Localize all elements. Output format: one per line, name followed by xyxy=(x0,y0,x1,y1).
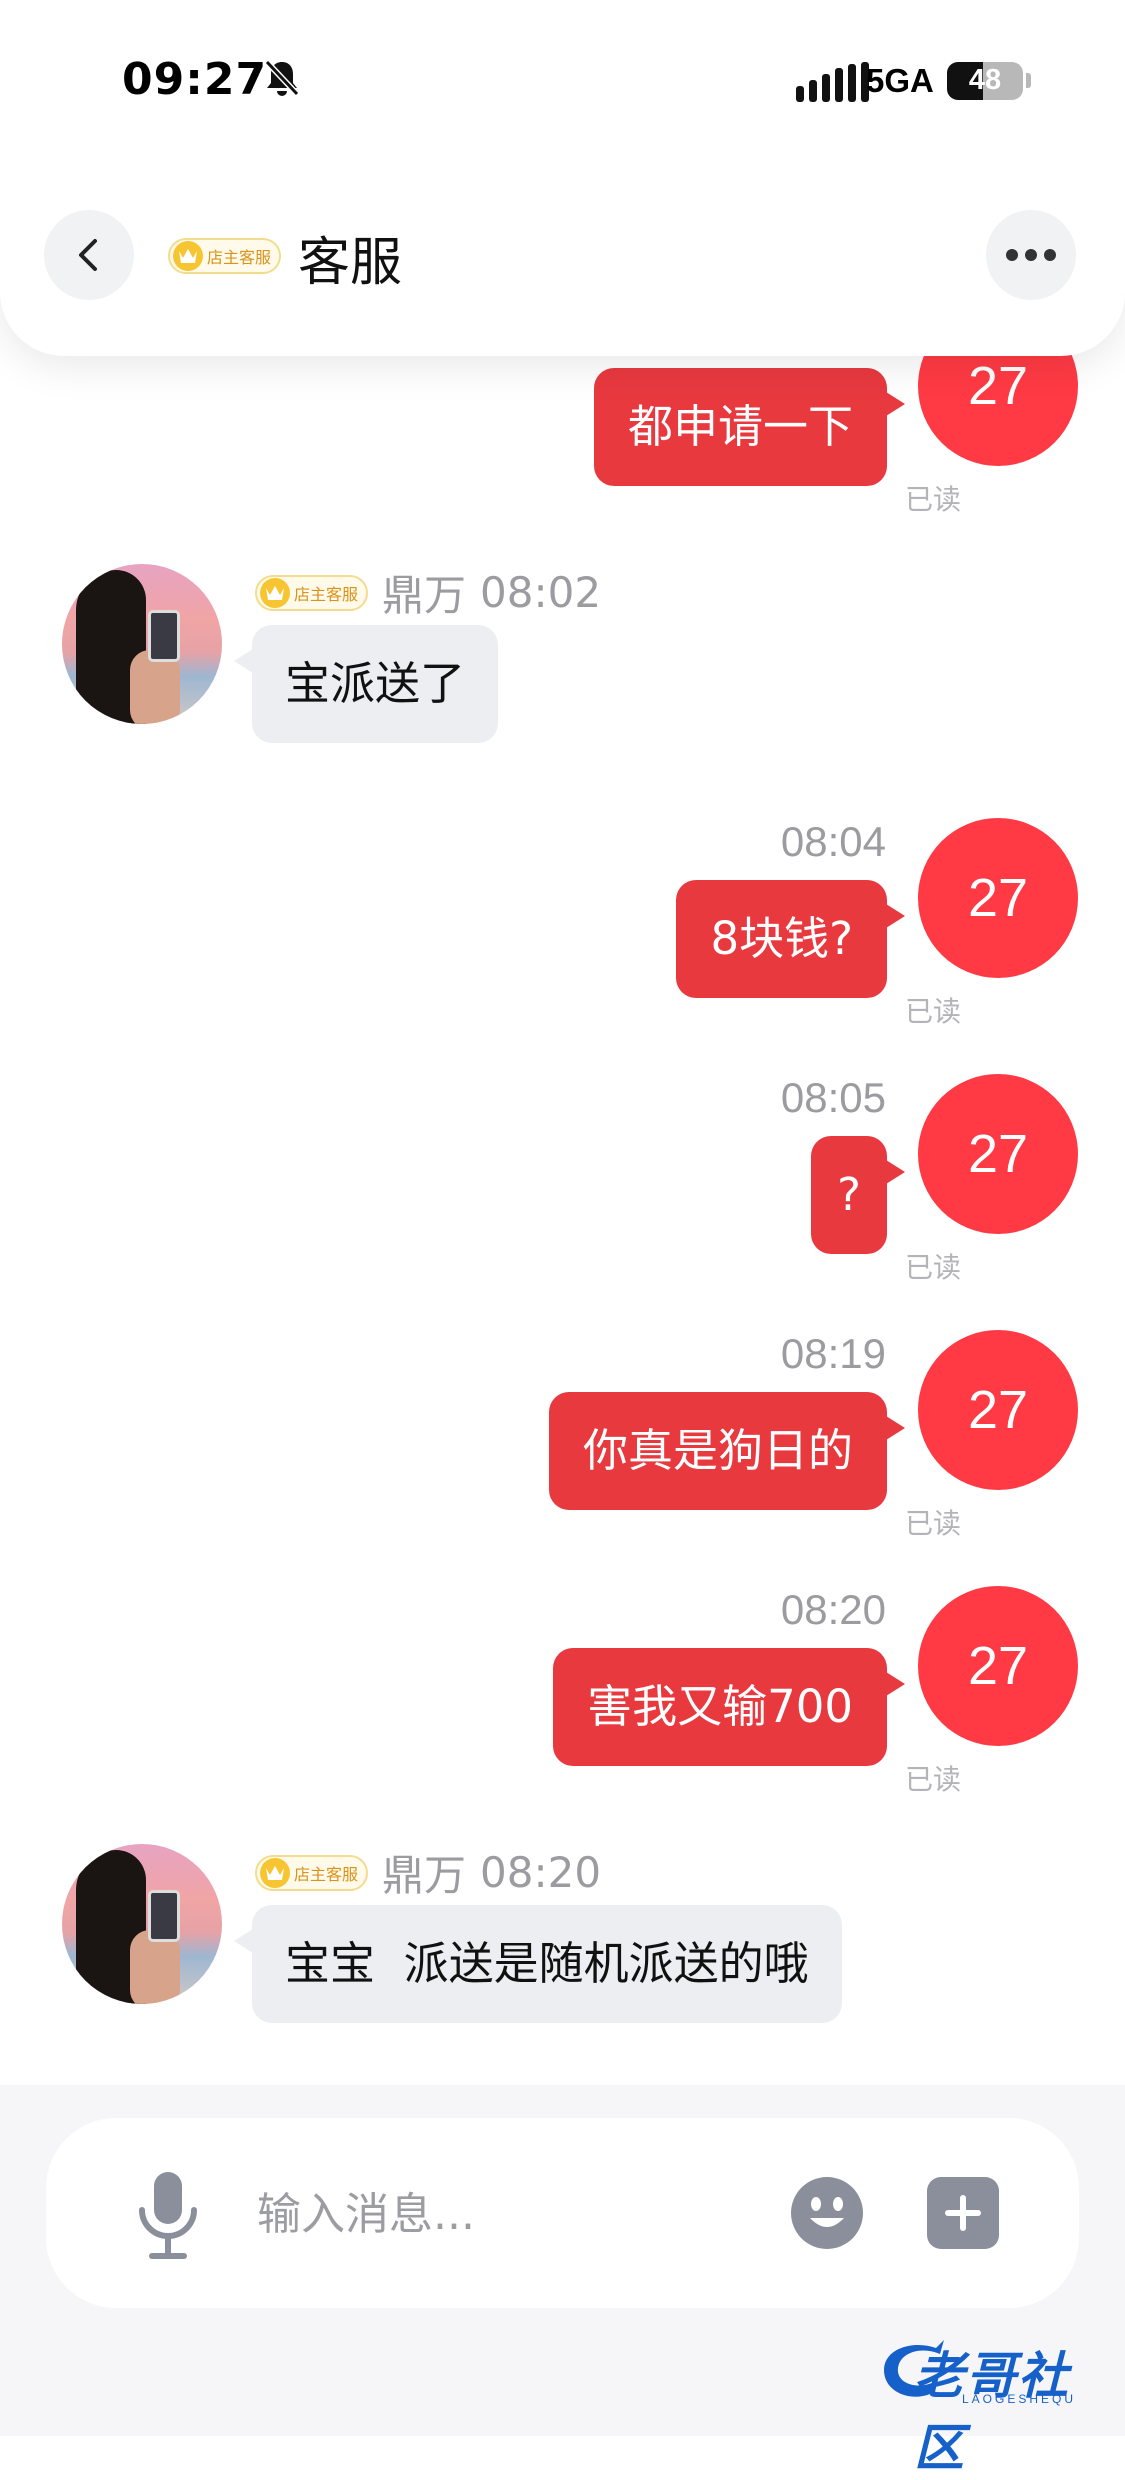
more-options-button[interactable] xyxy=(986,210,1076,300)
crown-icon xyxy=(260,577,290,608)
watermark-logo: 老哥社区 LAOGESHEQU xyxy=(870,2330,1110,2477)
more-dots-icon xyxy=(1006,249,1018,261)
message-text: 宝宝 派送是随机派送的哦 xyxy=(285,1937,809,1990)
self-avatar[interactable]: 27 xyxy=(918,1586,1078,1746)
message-time: 08:02 xyxy=(480,568,602,617)
chevron-left-icon xyxy=(79,239,97,271)
read-receipt: 已读 xyxy=(905,483,962,516)
self-avatar[interactable]: 27 xyxy=(918,818,1078,978)
message-text: 你真是狗日的 xyxy=(582,1424,853,1477)
self-avatar[interactable]: 27 xyxy=(918,1074,1078,1234)
message-time: 08:20 xyxy=(780,1586,886,1633)
read-receipt: 已读 xyxy=(905,1763,962,1796)
store-service-badge: 店主客服 xyxy=(255,1854,369,1891)
emoji-icon[interactable] xyxy=(790,2176,864,2250)
store-service-badge: 店主客服 xyxy=(255,574,369,611)
message-text: ? xyxy=(837,1168,861,1221)
battery-icon: 48 xyxy=(947,62,1023,100)
crown-icon xyxy=(173,241,203,271)
sent-message-bubble[interactable]: 你真是狗日的 xyxy=(548,1392,906,1510)
sent-message-bubble[interactable]: 害我又输700 xyxy=(553,1648,905,1766)
read-receipt: 已读 xyxy=(905,1251,962,1284)
sent-message-bubble[interactable]: 8块钱? xyxy=(676,880,905,998)
sent-message-bubble[interactable]: ? xyxy=(811,1136,905,1254)
sender-meta: 店主客服 鼎万 08:02 xyxy=(255,562,601,623)
self-avatar[interactable]: 27 xyxy=(918,1330,1078,1490)
message-text: 宝派送了 xyxy=(285,657,466,710)
mute-bell-icon xyxy=(264,59,300,97)
message-input[interactable] xyxy=(255,2180,759,2248)
message-time: 08:20 xyxy=(480,1848,602,1897)
message-time: 08:05 xyxy=(780,1074,886,1121)
received-message-bubble[interactable]: 宝派送了 xyxy=(233,625,499,743)
message-text: 都申请一下 xyxy=(627,400,853,453)
read-receipt: 已读 xyxy=(905,995,962,1028)
store-service-badge: 店主客服 xyxy=(168,238,282,274)
voice-input-mic-icon[interactable] xyxy=(134,2170,202,2260)
sender-meta: 店主客服 鼎万 08:20 xyxy=(255,1842,601,1903)
sender-name: 鼎万 xyxy=(382,1851,467,1900)
message-time: 08:19 xyxy=(780,1330,886,1377)
network-type: 5GA xyxy=(866,62,934,99)
agent-avatar[interactable] xyxy=(62,1844,222,2004)
battery-level: 48 xyxy=(968,64,1002,96)
message-text: 8块钱? xyxy=(710,912,853,965)
agent-avatar[interactable] xyxy=(62,564,222,724)
battery-tip xyxy=(1026,73,1031,88)
add-attachment-button[interactable] xyxy=(927,2177,999,2249)
message-time: 08:04 xyxy=(780,818,886,865)
read-receipt: 已读 xyxy=(905,1507,962,1540)
crown-icon xyxy=(260,1857,290,1888)
back-button[interactable] xyxy=(44,210,134,300)
header: 09:27 5GA 48 店主客服 客服 xyxy=(0,0,1125,356)
message-text: 害我又输700 xyxy=(587,1680,853,1733)
received-message-bubble[interactable]: 宝宝 派送是随机派送的哦 xyxy=(234,1905,842,2023)
page-title: 客服 xyxy=(298,233,403,293)
sent-message-bubble[interactable]: 都申请一下 xyxy=(593,368,906,486)
status-time: 09:27 xyxy=(122,54,268,105)
sender-name: 鼎万 xyxy=(382,571,467,620)
signal-strength-icon xyxy=(796,62,869,102)
